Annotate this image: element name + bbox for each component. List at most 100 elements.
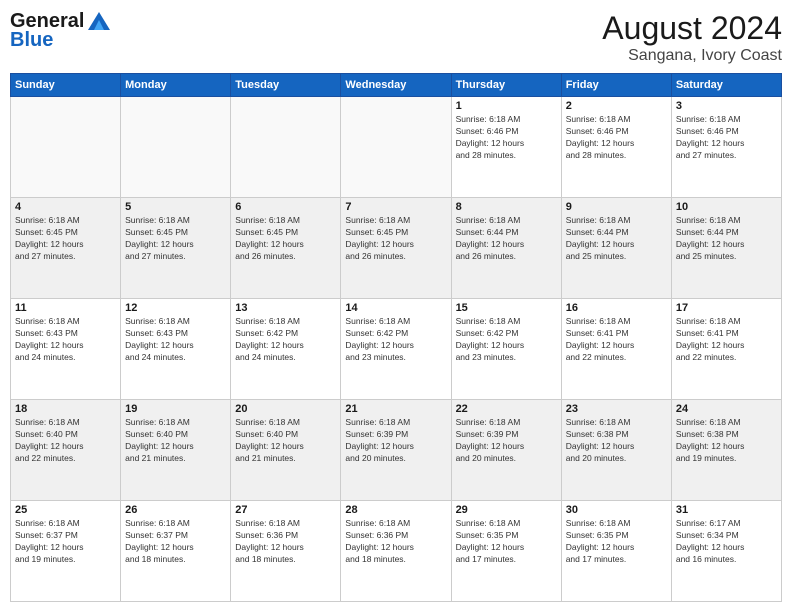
- day-info: Sunrise: 6:18 AM Sunset: 6:46 PM Dayligh…: [456, 114, 557, 162]
- calendar-cell: 23 Sunrise: 6:18 AM Sunset: 6:38 PM Dayli…: [561, 400, 671, 501]
- calendar-cell: 12 Sunrise: 6:18 AM Sunset: 6:43 PM Dayli…: [121, 299, 231, 400]
- day-number: 9: [566, 201, 667, 213]
- header-sunday: Sunday: [11, 74, 121, 97]
- calendar-cell: 24 Sunrise: 6:18 AM Sunset: 6:38 PM Dayli…: [671, 400, 781, 501]
- day-info: Sunrise: 6:18 AM Sunset: 6:36 PM Dayligh…: [235, 518, 336, 566]
- calendar-cell: 2Sunrise: 6:18 AM Sunset: 6:46 PM Daylig…: [561, 97, 671, 198]
- page: General Blue August 2024 Sangana, Ivory …: [0, 0, 792, 612]
- month-year: August 2024: [602, 10, 782, 47]
- day-info: Sunrise: 6:18 AM Sunset: 6:42 PM Dayligh…: [345, 316, 446, 364]
- calendar: Sunday Monday Tuesday Wednesday Thursday…: [10, 73, 782, 602]
- calendar-cell: 10Sunrise: 6:18 AM Sunset: 6:44 PM Dayli…: [671, 198, 781, 299]
- day-info: Sunrise: 6:18 AM Sunset: 6:41 PM Dayligh…: [676, 316, 777, 364]
- logo: General Blue: [10, 10, 112, 52]
- day-info: Sunrise: 6:18 AM Sunset: 6:42 PM Dayligh…: [456, 316, 557, 364]
- calendar-cell: 28 Sunrise: 6:18 AM Sunset: 6:36 PM Dayli…: [341, 501, 451, 602]
- day-info: Sunrise: 6:18 AM Sunset: 6:35 PM Dayligh…: [456, 518, 557, 566]
- calendar-cell: [231, 97, 341, 198]
- day-info: Sunrise: 6:18 AM Sunset: 6:45 PM Dayligh…: [15, 215, 116, 263]
- header-tuesday: Tuesday: [231, 74, 341, 97]
- day-info: Sunrise: 6:18 AM Sunset: 6:45 PM Dayligh…: [125, 215, 226, 263]
- calendar-cell: 11 Sunrise: 6:18 AM Sunset: 6:43 PM Dayli…: [11, 299, 121, 400]
- day-number: 18: [15, 403, 116, 415]
- day-number: 29: [456, 504, 557, 516]
- day-number: 28: [345, 504, 446, 516]
- day-info: Sunrise: 6:18 AM Sunset: 6:43 PM Dayligh…: [125, 316, 226, 364]
- day-number: 27: [235, 504, 336, 516]
- calendar-cell: 15 Sunrise: 6:18 AM Sunset: 6:42 PM Dayli…: [451, 299, 561, 400]
- week-row-5: 25 Sunrise: 6:18 AM Sunset: 6:37 PM Dayli…: [11, 501, 782, 602]
- location: Sangana, Ivory Coast: [602, 47, 782, 65]
- calendar-cell: [11, 97, 121, 198]
- day-info: Sunrise: 6:18 AM Sunset: 6:40 PM Dayligh…: [235, 417, 336, 465]
- week-row-4: 18 Sunrise: 6:18 AM Sunset: 6:40 PM Dayli…: [11, 400, 782, 501]
- calendar-cell: 25 Sunrise: 6:18 AM Sunset: 6:37 PM Dayli…: [11, 501, 121, 602]
- header-saturday: Saturday: [671, 74, 781, 97]
- day-number: 13: [235, 302, 336, 314]
- day-number: 7: [345, 201, 446, 213]
- day-info: Sunrise: 6:18 AM Sunset: 6:44 PM Dayligh…: [676, 215, 777, 263]
- day-number: 12: [125, 302, 226, 314]
- day-number: 4: [15, 201, 116, 213]
- day-info: Sunrise: 6:18 AM Sunset: 6:40 PM Dayligh…: [15, 417, 116, 465]
- day-number: 5: [125, 201, 226, 213]
- calendar-cell: 31Sunrise: 6:17 AM Sunset: 6:34 PM Dayli…: [671, 501, 781, 602]
- day-number: 11: [15, 302, 116, 314]
- header-thursday: Thursday: [451, 74, 561, 97]
- week-row-2: 4 Sunrise: 6:18 AM Sunset: 6:45 PM Daylig…: [11, 198, 782, 299]
- calendar-cell: 6 Sunrise: 6:18 AM Sunset: 6:45 PM Daylig…: [231, 198, 341, 299]
- calendar-cell: 22 Sunrise: 6:18 AM Sunset: 6:39 PM Dayli…: [451, 400, 561, 501]
- calendar-cell: 13Sunrise: 6:18 AM Sunset: 6:42 PM Dayli…: [231, 299, 341, 400]
- day-info: Sunrise: 6:18 AM Sunset: 6:43 PM Dayligh…: [15, 316, 116, 364]
- calendar-cell: 26 Sunrise: 6:18 AM Sunset: 6:37 PM Dayli…: [121, 501, 231, 602]
- day-number: 22: [456, 403, 557, 415]
- logo-icon: [86, 10, 112, 32]
- day-info: Sunrise: 6:18 AM Sunset: 6:38 PM Dayligh…: [676, 417, 777, 465]
- calendar-cell: 27 Sunrise: 6:18 AM Sunset: 6:36 PM Dayli…: [231, 501, 341, 602]
- day-number: 24: [676, 403, 777, 415]
- day-number: 6: [235, 201, 336, 213]
- calendar-cell: 30 Sunrise: 6:18 AM Sunset: 6:35 PM Dayli…: [561, 501, 671, 602]
- day-info: Sunrise: 6:18 AM Sunset: 6:36 PM Dayligh…: [345, 518, 446, 566]
- day-number: 31: [676, 504, 777, 516]
- title-block: August 2024 Sangana, Ivory Coast: [602, 10, 782, 65]
- calendar-cell: 29 Sunrise: 6:18 AM Sunset: 6:35 PM Dayli…: [451, 501, 561, 602]
- calendar-cell: 4 Sunrise: 6:18 AM Sunset: 6:45 PM Daylig…: [11, 198, 121, 299]
- day-info: Sunrise: 6:18 AM Sunset: 6:44 PM Dayligh…: [566, 215, 667, 263]
- day-number: 14: [345, 302, 446, 314]
- day-number: 23: [566, 403, 667, 415]
- calendar-cell: 14 Sunrise: 6:18 AM Sunset: 6:42 PM Dayli…: [341, 299, 451, 400]
- day-number: 19: [125, 403, 226, 415]
- day-number: 20: [235, 403, 336, 415]
- week-row-1: 1 Sunrise: 6:18 AM Sunset: 6:46 PM Daylig…: [11, 97, 782, 198]
- calendar-cell: [341, 97, 451, 198]
- day-number: 15: [456, 302, 557, 314]
- day-info: Sunrise: 6:18 AM Sunset: 6:35 PM Dayligh…: [566, 518, 667, 566]
- day-info: Sunrise: 6:18 AM Sunset: 6:37 PM Dayligh…: [15, 518, 116, 566]
- calendar-cell: 20 Sunrise: 6:18 AM Sunset: 6:40 PM Dayli…: [231, 400, 341, 501]
- day-number: 26: [125, 504, 226, 516]
- weekday-header-row: Sunday Monday Tuesday Wednesday Thursday…: [11, 74, 782, 97]
- calendar-cell: 7 Sunrise: 6:18 AM Sunset: 6:45 PM Daylig…: [341, 198, 451, 299]
- day-number: 25: [15, 504, 116, 516]
- day-info: Sunrise: 6:18 AM Sunset: 6:45 PM Dayligh…: [345, 215, 446, 263]
- day-number: 30: [566, 504, 667, 516]
- day-number: 2: [566, 100, 667, 112]
- day-number: 16: [566, 302, 667, 314]
- day-info: Sunrise: 6:18 AM Sunset: 6:37 PM Dayligh…: [125, 518, 226, 566]
- calendar-cell: 1 Sunrise: 6:18 AM Sunset: 6:46 PM Daylig…: [451, 97, 561, 198]
- day-info: Sunrise: 6:18 AM Sunset: 6:40 PM Dayligh…: [125, 417, 226, 465]
- calendar-cell: 9 Sunrise: 6:18 AM Sunset: 6:44 PM Daylig…: [561, 198, 671, 299]
- day-number: 1: [456, 100, 557, 112]
- calendar-cell: [121, 97, 231, 198]
- header-wednesday: Wednesday: [341, 74, 451, 97]
- calendar-cell: 18 Sunrise: 6:18 AM Sunset: 6:40 PM Dayli…: [11, 400, 121, 501]
- calendar-cell: 16Sunrise: 6:18 AM Sunset: 6:41 PM Dayli…: [561, 299, 671, 400]
- day-info: Sunrise: 6:18 AM Sunset: 6:45 PM Dayligh…: [235, 215, 336, 263]
- header-friday: Friday: [561, 74, 671, 97]
- day-info: Sunrise: 6:18 AM Sunset: 6:38 PM Dayligh…: [566, 417, 667, 465]
- day-info: Sunrise: 6:18 AM Sunset: 6:46 PM Dayligh…: [676, 114, 777, 162]
- day-info: Sunrise: 6:18 AM Sunset: 6:39 PM Dayligh…: [456, 417, 557, 465]
- day-number: 17: [676, 302, 777, 314]
- calendar-cell: 19 Sunrise: 6:18 AM Sunset: 6:40 PM Dayli…: [121, 400, 231, 501]
